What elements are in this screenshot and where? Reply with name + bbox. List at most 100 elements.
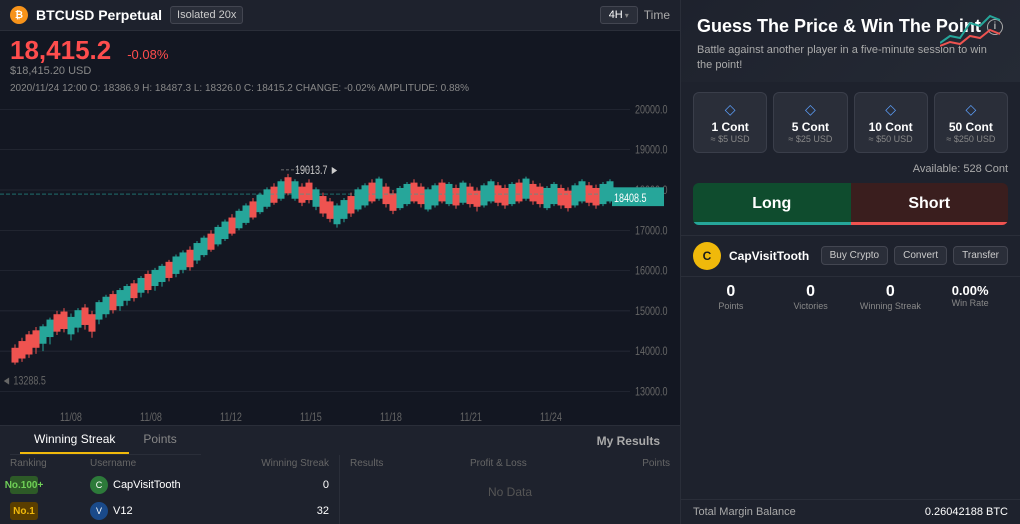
diamond-icon: ◇ bbox=[780, 101, 840, 118]
col-username: Username bbox=[90, 458, 229, 469]
time-label: Time bbox=[644, 8, 670, 22]
user-bar: C CapVisitTooth Buy Crypto Convert Trans… bbox=[681, 235, 1020, 276]
svg-text:20000.0: 20000.0 bbox=[635, 103, 668, 117]
rank-cell: No.100+ bbox=[10, 476, 90, 494]
stat-points: 0 Points bbox=[693, 283, 769, 311]
leaderboard-section: Ranking Username Winning Streak No.100+ … bbox=[0, 455, 339, 524]
price-main: 18,415.2 bbox=[10, 37, 111, 63]
symbol-name: BTCUSD Perpetual bbox=[36, 7, 162, 23]
stat-winrate: 0.00% Win Rate bbox=[932, 283, 1008, 311]
col-pnl: Profit & Loss bbox=[470, 458, 590, 469]
ohlc-bar: 2020/11/24 12:00 O: 18386.9 H: 18487.3 L… bbox=[0, 81, 680, 96]
bet-label: 1 Cont bbox=[700, 120, 760, 134]
svg-text:11/21: 11/21 bbox=[460, 411, 482, 425]
svg-text:11/08: 11/08 bbox=[60, 411, 82, 425]
margin-balance-bar: Total Margin Balance 0.26042188 BTC bbox=[681, 499, 1020, 524]
btc-icon: ₿ bbox=[10, 6, 28, 24]
my-results-section: Results Profit & Loss Points No Data bbox=[339, 455, 680, 524]
rank-badge-100: No.100+ bbox=[10, 476, 38, 494]
svg-text:19013.7 ►: 19013.7 ► bbox=[295, 164, 339, 178]
user-cell: C CapVisitTooth bbox=[90, 476, 229, 494]
short-button[interactable]: Short bbox=[851, 183, 1009, 225]
bottom-tabs: Winning Streak Points bbox=[10, 426, 201, 455]
bet-card-10cont[interactable]: ◇ 10 Cont ≈ $50 USD bbox=[854, 92, 928, 153]
svg-text:19000.0: 19000.0 bbox=[635, 144, 668, 158]
bet-usd: ≈ $250 USD bbox=[941, 134, 1001, 144]
results-table-header: Results Profit & Loss Points bbox=[340, 455, 680, 472]
price-usd: $18,415.20 USD bbox=[10, 65, 670, 77]
table-header: Ranking Username Winning Streak bbox=[0, 455, 339, 472]
svg-text:11/18: 11/18 bbox=[380, 411, 402, 425]
margin-label: Total Margin Balance bbox=[693, 506, 796, 518]
diamond-icon: ◇ bbox=[700, 101, 760, 118]
chart-svg: 20000.0 19000.0 18000.0 17000.0 16000.0 … bbox=[0, 96, 680, 425]
points-value: 0 bbox=[693, 283, 769, 301]
svg-text:18408.5: 18408.5 bbox=[614, 192, 647, 206]
bet-label: 50 Cont bbox=[941, 120, 1001, 134]
bet-usd: ≈ $5 USD bbox=[700, 134, 760, 144]
streak-value: 0 bbox=[853, 283, 929, 301]
streak-label: Winning Streak bbox=[853, 301, 929, 311]
bet-card-1cont[interactable]: ◇ 1 Cont ≈ $5 USD bbox=[693, 92, 767, 153]
username-cell: CapVisitTooth bbox=[113, 479, 181, 491]
svg-text:15000.0: 15000.0 bbox=[635, 305, 668, 319]
isolated-badge: Isolated 20x bbox=[170, 6, 243, 24]
user-cell: V V12 bbox=[90, 502, 229, 520]
col-ranking: Ranking bbox=[10, 458, 90, 469]
bet-card-50cont[interactable]: ◇ 50 Cont ≈ $250 USD bbox=[934, 92, 1008, 153]
col-streak: Winning Streak bbox=[229, 458, 329, 469]
chart-header: ₿ BTCUSD Perpetual Isolated 20x 4H ▾ Tim… bbox=[0, 0, 680, 31]
rank-cell: No.1 bbox=[10, 502, 90, 520]
diamond-icon: ◇ bbox=[861, 101, 921, 118]
svg-text:◄ 13288.5: ◄ 13288.5 bbox=[2, 375, 46, 389]
chevron-down-icon: ▾ bbox=[625, 11, 629, 20]
svg-text:11/08: 11/08 bbox=[140, 411, 162, 425]
tab-winning-streak[interactable]: Winning Streak bbox=[20, 426, 129, 454]
my-results-label: My Results bbox=[597, 434, 660, 448]
price-change: -0.08% bbox=[127, 47, 168, 62]
no-data-message: No Data bbox=[340, 472, 680, 512]
svg-text:17000.0: 17000.0 bbox=[635, 224, 668, 238]
table-row: No.100+ C CapVisitTooth 0 bbox=[0, 472, 339, 498]
diamond-icon: ◇ bbox=[941, 101, 1001, 118]
svg-text:13000.0: 13000.0 bbox=[635, 385, 668, 399]
buy-crypto-button[interactable]: Buy Crypto bbox=[821, 246, 888, 265]
margin-value: 0.26042188 BTC bbox=[925, 506, 1008, 518]
bet-usd: ≈ $25 USD bbox=[780, 134, 840, 144]
svg-text:11/24: 11/24 bbox=[540, 411, 562, 425]
streak-cell: 32 bbox=[229, 505, 329, 517]
user-avatar-large: C bbox=[693, 242, 721, 270]
username-cell: V12 bbox=[113, 505, 133, 517]
rank-badge-1: No.1 bbox=[10, 502, 38, 520]
streak-cell: 0 bbox=[229, 479, 329, 491]
left-panel: ₿ BTCUSD Perpetual Isolated 20x 4H ▾ Tim… bbox=[0, 0, 680, 524]
tab-points[interactable]: Points bbox=[129, 426, 190, 454]
stat-streak: 0 Winning Streak bbox=[853, 283, 929, 311]
bottom-section: Winning Streak Points My Results Ranking… bbox=[0, 425, 680, 524]
transfer-button[interactable]: Transfer bbox=[953, 246, 1008, 265]
decorative-chart bbox=[940, 8, 1010, 53]
long-button[interactable]: Long bbox=[693, 183, 851, 225]
bet-label: 10 Cont bbox=[861, 120, 921, 134]
bottom-content: Ranking Username Winning Streak No.100+ … bbox=[0, 455, 680, 524]
svg-text:11/15: 11/15 bbox=[300, 411, 322, 425]
user-name: CapVisitTooth bbox=[729, 249, 809, 263]
svg-text:14000.0: 14000.0 bbox=[635, 345, 668, 359]
available-balance: Available: 528 Cont bbox=[681, 163, 1020, 183]
convert-button[interactable]: Convert bbox=[894, 246, 947, 265]
long-short-bar: Long Short bbox=[693, 183, 1008, 225]
bet-card-5cont[interactable]: ◇ 5 Cont ≈ $25 USD bbox=[773, 92, 847, 153]
winrate-label: Win Rate bbox=[932, 298, 1008, 308]
bet-options: ◇ 1 Cont ≈ $5 USD ◇ 5 Cont ≈ $25 USD ◇ 1… bbox=[681, 82, 1020, 163]
victories-value: 0 bbox=[773, 283, 849, 301]
col-points: Points bbox=[590, 458, 670, 469]
stats-row: 0 Points 0 Victories 0 Winning Streak 0.… bbox=[681, 276, 1020, 317]
timeframe-button[interactable]: 4H ▾ bbox=[600, 6, 638, 24]
victories-label: Victories bbox=[773, 301, 849, 311]
game-header: Guess The Price & Win The Point i Battle… bbox=[681, 0, 1020, 82]
bet-label: 5 Cont bbox=[780, 120, 840, 134]
table-row: No.1 V V12 32 bbox=[0, 498, 339, 524]
right-panel: Guess The Price & Win The Point i Battle… bbox=[680, 0, 1020, 524]
svg-text:11/12: 11/12 bbox=[220, 411, 242, 425]
price-section: 18,415.2 -0.08% $18,415.20 USD bbox=[0, 31, 680, 81]
